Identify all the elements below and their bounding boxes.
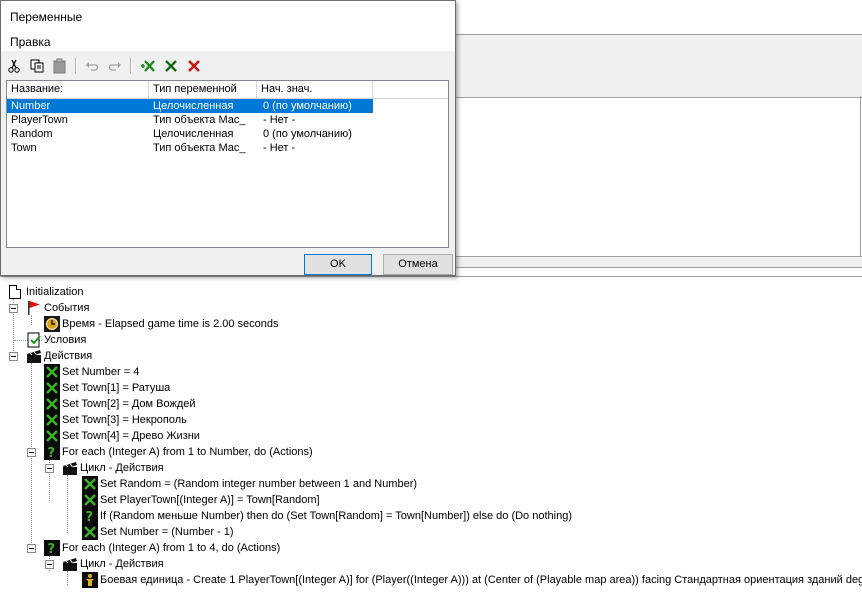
- set-variable-icon: [44, 396, 60, 412]
- variable-type: Целочисленная: [153, 128, 234, 140]
- editor-border: [860, 96, 861, 256]
- collapse-events-toggle[interactable]: [9, 304, 18, 313]
- editor-top-area: [456, 0, 862, 34]
- dialog-titlebar[interactable]: Переменные: [1, 1, 455, 31]
- variable-name: Random: [11, 128, 53, 140]
- dialog-toolbar: [1, 53, 455, 79]
- list-item[interactable]: Town Тип объекта Мас_ - Нет -: [7, 141, 448, 155]
- undo-icon: [86, 62, 99, 71]
- set-variable-icon: [82, 524, 98, 540]
- variable-initial: 0 (по умолчанию): [263, 100, 352, 112]
- clapperboard-icon: [26, 348, 42, 364]
- collapse-loop2-actions-toggle[interactable]: [45, 560, 54, 569]
- dialog-menubar: Правка: [1, 31, 455, 51]
- variable-name: Number: [11, 100, 51, 112]
- clapperboard-icon: [62, 460, 78, 476]
- red-flag-icon: [26, 300, 42, 316]
- question-icon: ?: [44, 540, 60, 556]
- cut-icon: [8, 59, 20, 73]
- clapperboard-icon: [62, 556, 78, 572]
- collapse-loop2-toggle[interactable]: [27, 544, 36, 553]
- variables-dialog: Переменные Правка Название: Тип переменн…: [0, 0, 456, 276]
- document-icon: [9, 285, 21, 299]
- tree-line: [31, 315, 32, 325]
- cancel-button[interactable]: Отмена: [383, 254, 453, 275]
- svg-text:?: ?: [48, 542, 56, 556]
- variable-type: Целочисленная: [153, 100, 234, 112]
- list-header: Название: Тип переменной Нач. знач.: [7, 81, 448, 99]
- collapse-actions-toggle[interactable]: [9, 352, 18, 361]
- variables-list[interactable]: Название: Тип переменной Нач. знач. Numb…: [6, 80, 449, 248]
- list-item[interactable]: Random Целочисленная 0 (по умолчанию): [7, 127, 448, 141]
- copy-icon: [30, 59, 44, 73]
- edit-variable-button[interactable]: [161, 56, 181, 76]
- set-variable-icon: [44, 380, 60, 396]
- variable-name: Town: [11, 142, 37, 154]
- variable-type: Тип объекта Мас_: [153, 142, 246, 154]
- question-icon: ?: [82, 508, 98, 524]
- new-variable-icon: [141, 60, 155, 72]
- column-header-initial[interactable]: Нач. знач.: [257, 81, 373, 98]
- undo-button[interactable]: [82, 56, 102, 76]
- conditions-icon: [26, 332, 42, 348]
- trigger-tree[interactable]: Initialization События Время - Elapsed g…: [0, 276, 862, 595]
- svg-text:?: ?: [48, 446, 56, 460]
- tree-line: [67, 475, 68, 533]
- delete-variable-icon: [188, 60, 200, 72]
- variable-type: Тип объекта Мас_: [153, 114, 246, 126]
- toolbar-separator: [75, 58, 77, 74]
- variable-initial: - Нет -: [263, 114, 296, 126]
- variable-name: PlayerTown: [11, 114, 68, 126]
- variable-initial: 0 (по умолчанию): [263, 128, 352, 140]
- question-icon: ?: [44, 444, 60, 460]
- edit-variable-icon: [165, 60, 177, 72]
- editor-splitter[interactable]: [456, 256, 862, 268]
- set-variable-icon: [82, 492, 98, 508]
- redo-button[interactable]: [105, 56, 125, 76]
- dialog-title: Переменные: [10, 10, 83, 24]
- column-header-name[interactable]: Название:: [7, 81, 149, 98]
- paste-button[interactable]: [50, 56, 70, 76]
- editor-toolbar-area: [456, 34, 862, 98]
- svg-text:?: ?: [86, 510, 94, 524]
- set-variable-icon: [82, 476, 98, 492]
- list-item[interactable]: Number Целочисленная 0 (по умолчанию): [7, 99, 448, 113]
- cut-button[interactable]: [4, 56, 24, 76]
- tree-line: [67, 571, 68, 585]
- copy-button[interactable]: [27, 56, 47, 76]
- redo-icon: [108, 62, 121, 71]
- new-variable-button[interactable]: [138, 56, 158, 76]
- set-variable-icon: [44, 428, 60, 444]
- unit-icon: [82, 572, 98, 588]
- ok-button[interactable]: OK: [304, 254, 372, 275]
- set-variable-icon: [44, 412, 60, 428]
- variable-initial: - Нет -: [263, 142, 296, 154]
- list-item[interactable]: PlayerTown Тип объекта Мас_ - Нет -: [7, 113, 448, 127]
- toolbar-separator: [130, 58, 132, 74]
- set-variable-icon: [44, 364, 60, 380]
- collapse-loop1-actions-toggle[interactable]: [45, 464, 54, 473]
- paste-icon: [53, 58, 66, 74]
- column-header-type[interactable]: Тип переменной: [149, 81, 257, 98]
- menu-edit[interactable]: Правка: [10, 35, 51, 49]
- clock-icon: [44, 316, 60, 332]
- collapse-loop1-toggle[interactable]: [27, 448, 36, 457]
- delete-variable-button[interactable]: [184, 56, 204, 76]
